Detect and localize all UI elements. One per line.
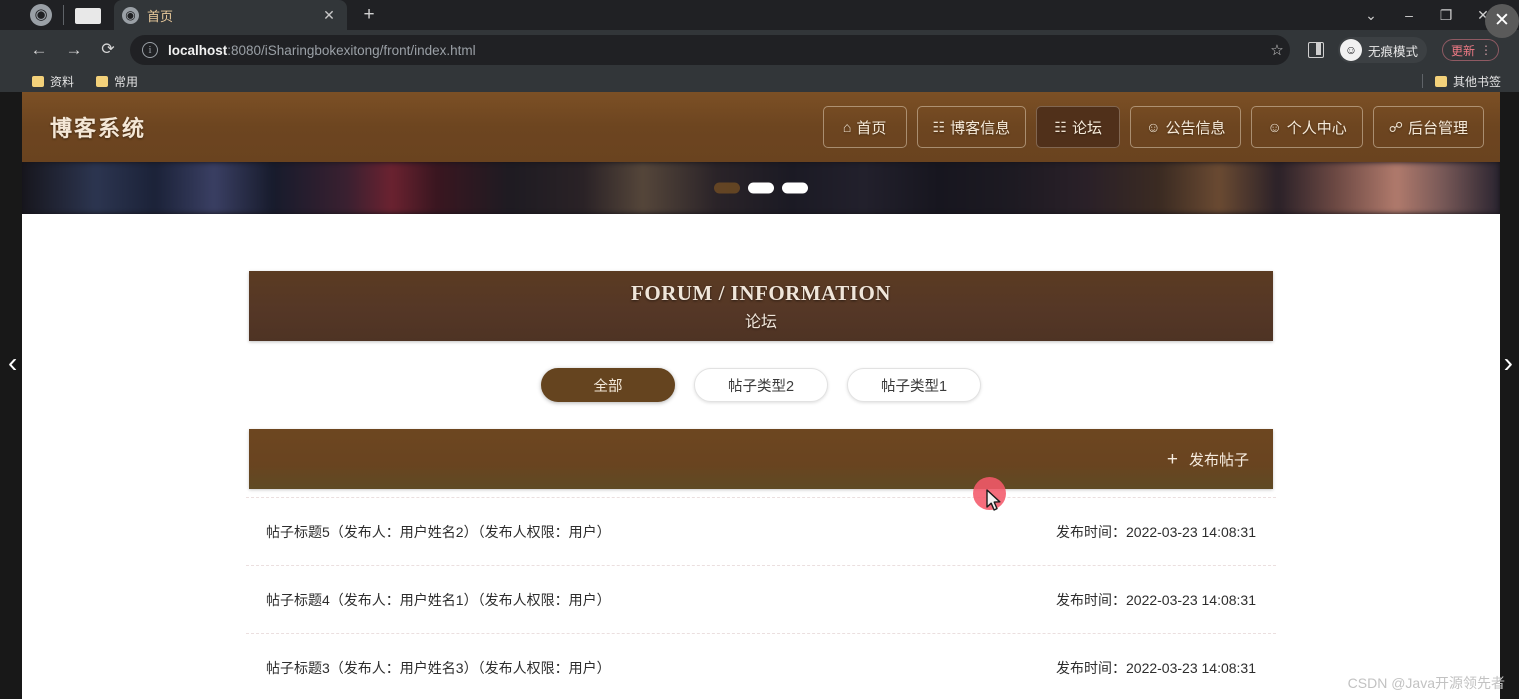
nav-item-forum[interactable]: ☷ 论坛 [1036, 106, 1121, 148]
home-icon: ⌂ [842, 119, 852, 135]
address-bar-text: localhost:8080/iSharingbokexitong/front/… [168, 43, 476, 58]
forum-banner-title-cn: 论坛 [744, 313, 777, 331]
nav-label: 后台管理 [1407, 119, 1468, 137]
post-title: 帖子标题4（发布人：用户姓名1）（发布人权限：用户） [266, 591, 611, 608]
forum-grid-icon: ☷ [1054, 119, 1067, 135]
other-bookmarks-button[interactable]: 其他书签 [1434, 73, 1501, 90]
address-bar[interactable]: i localhost:8080/iSharingbokexitong/fron… [130, 35, 1290, 65]
publish-post-label: 发布帖子 [1188, 451, 1249, 469]
nav-item-announcement[interactable]: ☺ 公告信息 [1130, 106, 1242, 148]
post-title: 帖子标题3（发布人：用户姓名3）（发布人权限：用户） [266, 659, 611, 676]
chevron-down-icon[interactable]: ⌄ [1353, 0, 1389, 30]
window-minimize-button[interactable]: – [1391, 0, 1427, 30]
carousel-dot-1[interactable] [714, 182, 740, 194]
nav-item-personal-center[interactable]: ☺ 个人中心 [1251, 106, 1363, 148]
update-button[interactable]: 更新 ⋮ [1442, 39, 1500, 61]
side-panel-icon[interactable] [1308, 42, 1324, 58]
nav-label: 首页 [856, 119, 887, 137]
screenshot-root: ◉ ◉ 首页 ✕ + ⌄ – ❐ ✕ ← → ⟳ i localhost:808… [0, 0, 1519, 699]
nav-item-home[interactable]: ⌂ 首页 [822, 106, 907, 148]
book-icon: ☷ [932, 119, 946, 135]
bookmarks-divider [1422, 74, 1423, 88]
overlay-close-button[interactable]: ✕ [1485, 4, 1519, 38]
nav-label: 论坛 [1071, 119, 1102, 137]
hero-carousel[interactable] [22, 162, 1500, 214]
update-label: 更新 [1451, 43, 1476, 58]
tab-all[interactable]: 全部 [541, 368, 675, 402]
publish-post-button[interactable]: + 发布帖子 [1167, 449, 1249, 470]
site-info-icon[interactable]: i [142, 42, 158, 58]
site-navigation: ⌂ 首页 ☷ 博客信息 ☷ 论坛 ☺ 公告信息 ☺ 个人中心 ☍ 后台管理 [822, 106, 1484, 148]
bookmark-star-icon[interactable]: ☆ [1268, 42, 1286, 60]
window-maximize-button[interactable]: ❐ [1428, 0, 1464, 30]
address-path: :8080/iSharingbokexitong/front/index.htm… [227, 42, 476, 58]
bookmark-item-ziliao[interactable]: 资料 [32, 73, 74, 90]
announcement-icon: ☺ [1146, 119, 1161, 135]
tab-post-type-1[interactable]: 帖子类型1 [847, 368, 981, 402]
tab-post-type-2[interactable]: 帖子类型2 [694, 368, 828, 402]
nav-label: 博客信息 [950, 119, 1011, 137]
post-title: 帖子标题5（发布人：用户姓名2）（发布人权限：用户） [266, 523, 611, 540]
other-bookmarks-label: 其他书签 [1452, 75, 1501, 89]
forum-banner-title-en: FORUM / INFORMATION [631, 280, 891, 305]
app-globe-icon: ◉ [30, 4, 52, 26]
browser-menu-icon[interactable]: ⋮ [1480, 44, 1492, 56]
watermark-text: CSDN @Java开源领先者 [1347, 675, 1505, 691]
carousel-dot-3[interactable] [782, 182, 808, 194]
nav-item-blog-info[interactable]: ☷ 博客信息 [916, 106, 1027, 148]
nav-item-admin[interactable]: ☍ 后台管理 [1372, 106, 1484, 148]
forum-banner: FORUM / INFORMATION 论坛 [249, 271, 1273, 341]
incognito-label: 无痕模式 [1368, 44, 1419, 59]
post-list: 帖子标题5（发布人：用户姓名2）（发布人权限：用户） 发布时间：2022-03-… [246, 489, 1276, 699]
post-time: 发布时间：2022-03-23 14:08:31 [1056, 591, 1256, 608]
folder-icon [96, 76, 108, 87]
tab-strip: ◉ ◉ 首页 ✕ + ⌄ – ❐ ✕ [0, 0, 1519, 30]
tab-close-icon[interactable]: ✕ [321, 7, 337, 23]
browser-tab[interactable]: ◉ 首页 ✕ [114, 0, 347, 30]
address-host: localhost [168, 42, 228, 58]
tab-favicon-globe-icon: ◉ [122, 6, 139, 24]
nav-label: 个人中心 [1286, 119, 1347, 137]
web-page: 博客系统 ⌂ 首页 ☷ 博客信息 ☷ 论坛 ☺ 公告信息 ☺ 个人中心 ☍ 后台… [22, 92, 1500, 699]
mouse-cursor-icon [986, 489, 1001, 511]
bookmarks-bar: 资料 常用 其他书签 [0, 70, 1519, 92]
viewport-left-band [0, 92, 22, 699]
forum-content: FORUM / INFORMATION 论坛 全部 帖子类型2 帖子类型1 + … [22, 271, 1500, 699]
post-type-tabs: 全部 帖子类型2 帖子类型1 [22, 368, 1500, 402]
incognito-indicator[interactable]: ☺ 无痕模式 [1338, 37, 1428, 63]
tabstrip-divider [63, 5, 64, 25]
post-list-item[interactable]: 帖子标题5（发布人：用户姓名2）（发布人权限：用户） 发布时间：2022-03-… [246, 497, 1276, 565]
page-next-arrow-icon[interactable]: › [1504, 349, 1513, 377]
bookmark-label: 资料 [50, 75, 75, 89]
window-thumbnail-icon[interactable] [75, 8, 101, 24]
site-brand: 博客系统 [50, 116, 147, 141]
carousel-indicators [714, 182, 808, 194]
back-arrow-icon[interactable]: ← [27, 38, 51, 62]
nav-label: 公告信息 [1165, 119, 1226, 137]
new-tab-button[interactable]: + [357, 3, 381, 27]
link-icon: ☍ [1388, 119, 1403, 135]
browser-chrome: ◉ ◉ 首页 ✕ + ⌄ – ❐ ✕ ← → ⟳ i localhost:808… [0, 0, 1519, 92]
reload-icon[interactable]: ⟳ [96, 38, 120, 62]
omnibox-toolbar: ← → ⟳ i localhost:8080/iSharingbokexiton… [0, 30, 1519, 70]
page-prev-arrow-icon[interactable]: ‹ [8, 349, 17, 377]
plus-icon: + [1166, 448, 1178, 470]
publish-bar: + 发布帖子 [249, 429, 1273, 489]
user-icon: ☺ [1267, 119, 1282, 135]
bookmark-item-changyong[interactable]: 常用 [96, 73, 138, 90]
viewport-right-band [1500, 92, 1519, 699]
post-time: 发布时间：2022-03-23 14:08:31 [1056, 659, 1256, 676]
folder-icon [32, 76, 44, 87]
post-list-item[interactable]: 帖子标题4（发布人：用户姓名1）（发布人权限：用户） 发布时间：2022-03-… [246, 565, 1276, 633]
tab-title: 首页 [147, 8, 174, 24]
bookmark-label: 常用 [114, 75, 139, 89]
carousel-dot-2[interactable] [748, 182, 774, 194]
forward-arrow-icon[interactable]: → [62, 38, 86, 62]
folder-icon [1434, 76, 1447, 87]
incognito-hat-icon: ☺ [1340, 39, 1362, 61]
post-list-item[interactable]: 帖子标题3（发布人：用户姓名3）（发布人权限：用户） 发布时间：2022-03-… [246, 633, 1276, 699]
post-time: 发布时间：2022-03-23 14:08:31 [1056, 523, 1256, 540]
site-header: 博客系统 ⌂ 首页 ☷ 博客信息 ☷ 论坛 ☺ 公告信息 ☺ 个人中心 ☍ 后台… [22, 92, 1500, 162]
